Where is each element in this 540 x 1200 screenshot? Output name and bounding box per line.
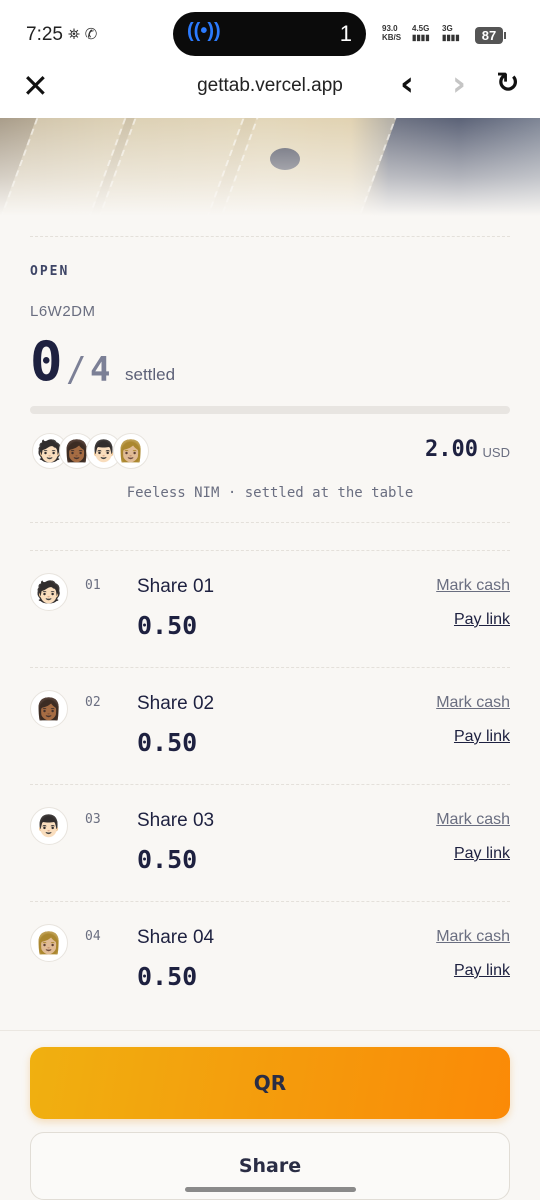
battery-icon: 87 <box>475 27 506 44</box>
broadcast-icon: ((•)) <box>187 20 221 42</box>
total-amount: 2.00 <box>425 437 478 462</box>
chevron-left-icon[interactable]: ‹ <box>400 67 414 101</box>
tab-status: OPEN <box>30 264 70 279</box>
share-name: Share 04 <box>137 927 215 948</box>
signal-label-4g: 4.5G <box>412 24 430 33</box>
share-name: Share 01 <box>137 576 215 597</box>
avatar: 👩🏼 <box>30 924 68 962</box>
settled-label: settled <box>125 365 176 384</box>
total-currency: USD <box>482 445 510 460</box>
divider <box>30 236 510 237</box>
share-number: 04 <box>85 929 101 944</box>
hero-emblem-icon <box>270 148 300 170</box>
settled-count: 0 <box>30 330 63 393</box>
hero-card-shape <box>0 118 131 216</box>
share-amount: 0.50 <box>137 845 198 874</box>
pay-link[interactable]: Pay link <box>454 845 510 863</box>
network-speed-unit: KB/S <box>382 33 402 42</box>
action-panel: QR Share <box>0 1030 540 1200</box>
avatar: 🧑🏻 <box>30 573 68 611</box>
share-name: Share 02 <box>137 693 215 714</box>
share-amount: 0.50 <box>137 962 198 991</box>
home-indicator[interactable] <box>185 1187 356 1192</box>
pay-link[interactable]: Pay link <box>454 728 510 746</box>
pay-link[interactable]: Pay link <box>454 962 510 980</box>
notification-icons: ⛯ ✆ <box>68 25 98 43</box>
settle-progress-bar <box>30 406 510 414</box>
tab-code: L6W2DM <box>30 303 96 320</box>
share-number: 01 <box>85 578 101 593</box>
signal-icon-3g: 3G ▮▮▮▮ <box>442 24 460 42</box>
payment-note: Feeless NIM · settled at the table <box>126 485 414 501</box>
hero-image <box>0 118 540 216</box>
avatar: 👨🏻 <box>30 807 68 845</box>
share-row: 👩🏼 04 Share 04 0.50 Mark cash Pay link <box>30 902 510 1019</box>
browser-toolbar: ✕ gettab.vercel.app ‹ › ↻ <box>0 62 540 118</box>
share-row: 👩🏾 02 Share 02 0.50 Mark cash Pay link <box>30 668 510 785</box>
count-separator: / <box>66 350 87 390</box>
pay-link[interactable]: Pay link <box>454 611 510 629</box>
signal-label-3g: 3G <box>442 24 453 33</box>
share-row: 👨🏻 03 Share 03 0.50 Mark cash Pay link <box>30 785 510 902</box>
hero-card-shape <box>218 118 402 216</box>
qr-button[interactable]: QR <box>30 1047 510 1119</box>
dynamic-island: ((•)) 1 <box>173 12 366 56</box>
avatar: 👩🏾 <box>30 690 68 728</box>
network-speed-value: 93.0 <box>382 24 398 33</box>
mark-cash-link[interactable]: Mark cash <box>436 928 510 946</box>
signal-icon-4g: 4.5G ▮▮▮▮ <box>412 24 430 42</box>
status-time: 7:25 <box>26 24 63 45</box>
share-amount: 0.50 <box>137 611 198 640</box>
status-bar: 7:25 ⛯ ✆ ((•)) 1 93.0 KB/S 4.5G ▮▮▮▮ 3G … <box>0 0 540 62</box>
hero-card-shape <box>98 118 252 216</box>
share-row: 🧑🏻 01 Share 01 0.50 Mark cash Pay link <box>30 551 510 668</box>
signal-bars-icon: ▮▮▮▮ <box>412 33 430 42</box>
share-number: 03 <box>85 812 101 827</box>
mark-cash-link[interactable]: Mark cash <box>436 811 510 829</box>
network-speed: 93.0 KB/S <box>382 24 401 42</box>
mark-cash-link[interactable]: Mark cash <box>436 694 510 712</box>
signal-bars-icon: ▮▮▮▮ <box>442 33 460 42</box>
total-shares: 4 <box>90 350 111 390</box>
avatar: 👩🏼 <box>113 433 149 469</box>
share-number: 02 <box>85 695 101 710</box>
mark-cash-link[interactable]: Mark cash <box>436 577 510 595</box>
share-name: Share 03 <box>137 810 215 831</box>
reload-icon[interactable]: ↻ <box>496 68 519 98</box>
chevron-right-icon[interactable]: › <box>452 67 466 101</box>
share-amount: 0.50 <box>137 728 198 757</box>
divider <box>30 522 510 523</box>
island-count: 1 <box>339 21 352 46</box>
